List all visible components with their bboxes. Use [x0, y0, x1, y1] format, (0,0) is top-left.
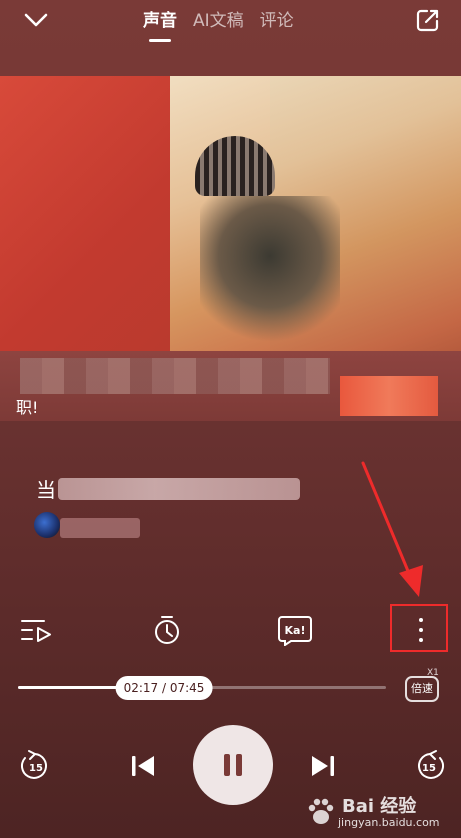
lyric-blur: [58, 478, 300, 500]
progress-bar[interactable]: 02:17 / 07:45: [18, 676, 386, 700]
speed-button[interactable]: 倍速: [405, 676, 439, 702]
cover-title-blur: [20, 358, 330, 394]
timer-button[interactable]: [149, 612, 185, 648]
watermark-brand: Bai 经验: [342, 796, 417, 817]
baidu-jingyan-watermark: Bai 经验 jingyan.baidu.com: [300, 790, 450, 836]
author-avatar[interactable]: [34, 512, 60, 538]
karaoke-icon: Ka!: [278, 616, 312, 646]
annotation-highlight-box: [390, 604, 448, 652]
top-bar: 声音 AI文稿 评论: [0, 0, 461, 42]
speed-badge: X1: [427, 668, 439, 678]
next-track-button[interactable]: [310, 752, 336, 780]
annotation-arrow: [361, 461, 423, 597]
karaoke-button[interactable]: Ka!: [277, 612, 313, 648]
cover-caption: 职!: [16, 398, 39, 417]
playlist-icon: [21, 620, 51, 642]
share-icon[interactable]: [414, 6, 442, 34]
chevron-down-icon[interactable]: [22, 8, 50, 32]
timer-icon: [155, 616, 179, 644]
tab-comments[interactable]: 评论: [252, 4, 302, 36]
svg-text:Ka!: Ka!: [285, 624, 306, 637]
tab-voice[interactable]: 声音: [135, 4, 185, 42]
cover-orange-tag: [340, 376, 438, 416]
progress-thumb-time[interactable]: 02:17 / 07:45: [115, 676, 213, 700]
cover-shadow: [200, 196, 340, 346]
rewind-15-button[interactable]: 15: [18, 749, 52, 783]
tab-bar: 声音 AI文稿 评论: [135, 4, 302, 42]
lyric-current-line: 当: [36, 478, 56, 502]
tab-ai-transcript[interactable]: AI文稿: [185, 4, 252, 36]
forward-label: 15: [422, 763, 436, 774]
previous-track-button[interactable]: [130, 752, 156, 780]
cover-image: [0, 76, 461, 421]
author-name-blur[interactable]: [60, 518, 140, 538]
pause-icon: [224, 754, 242, 776]
forward-15-button[interactable]: 15: [413, 749, 447, 783]
pause-button[interactable]: [193, 725, 273, 805]
playlist-button[interactable]: [18, 612, 54, 648]
watermark-url: jingyan.baidu.com: [338, 816, 440, 829]
paw-icon: [308, 798, 334, 824]
rewind-label: 15: [29, 763, 43, 774]
